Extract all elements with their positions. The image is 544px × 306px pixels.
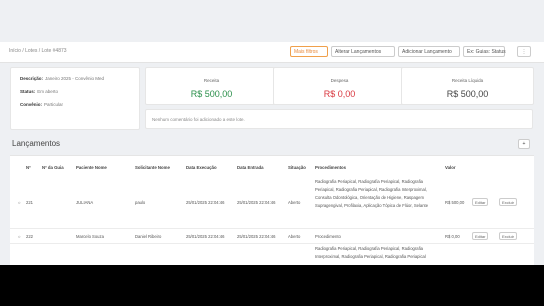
row-patient: Marcelo Souza [76, 234, 104, 239]
row-divider [10, 243, 534, 244]
status-label: Status: [20, 89, 36, 94]
net-revenue-value: R$ 500,00 [446, 89, 489, 99]
header-status: Situação [288, 165, 306, 170]
status-select[interactable]: Ex: Guias: Status [463, 46, 506, 57]
status-row: Status: Em aberto [20, 89, 130, 94]
row-edit-button[interactable]: Editar [472, 232, 489, 240]
net-revenue-label: Receita Líquida [451, 78, 484, 83]
header-value[interactable]: Valor [445, 165, 456, 170]
comments-box: Nenhum comentário foi adicionado a este … [145, 109, 533, 129]
header-guide[interactable]: Nº da Guia [42, 165, 64, 170]
insurer-value: Particular [44, 102, 64, 107]
entries-table: Nº Nº da Guia Paciente Nome Solicitante … [10, 155, 534, 266]
row-requester: Daniel Ribeiro [135, 234, 162, 239]
row-id: 222 [26, 234, 33, 239]
row-select-checkbox[interactable]: ○ [18, 200, 21, 205]
row-id: 221 [26, 200, 33, 205]
header-exec-date[interactable]: Data Execução [186, 165, 217, 170]
row-value: R$ 0,00 [445, 234, 460, 239]
extra-procedures: Radiografia Periapical, Radiografia Peri… [315, 246, 426, 259]
more-options-button[interactable]: ⋮ [517, 46, 531, 57]
insurer-label: Convênio: [20, 102, 42, 107]
row-procedures: Procedimento [315, 234, 341, 239]
row-procedures: Radiografia Periapical, Radiografia Peri… [315, 179, 429, 208]
row-status: Aberto [288, 234, 301, 239]
batch-info-card: Descrição: Janeiro 2025 - Convênio Med St… [10, 67, 140, 130]
row-patient: JULIANA [76, 200, 94, 205]
row-select-checkbox[interactable]: ○ [18, 234, 21, 239]
more-filters-button[interactable]: Mais filtros [290, 46, 328, 57]
row-value: R$ 500,00 [445, 200, 465, 205]
revenue-label: Receita [203, 78, 220, 83]
row-exec-date: 25/01/2025 22:04:46 [186, 234, 225, 239]
row-edit-button[interactable]: Editar [472, 198, 489, 206]
description-row: Descrição: Janeiro 2025 - Convênio Med [20, 76, 130, 81]
header-number[interactable]: Nº [26, 165, 31, 170]
revenue-card: Receita R$ 500,00 [145, 67, 278, 105]
row-delete-button[interactable]: Excluir [499, 198, 518, 206]
header-requester[interactable]: Solicitante Nome [135, 165, 170, 170]
breadcrumb[interactable]: Início / Lotes / Lote #4873 [9, 48, 67, 54]
expense-label: Despesa [330, 78, 349, 83]
alter-entries-button[interactable]: Alterar Lançamentos [331, 46, 395, 57]
header-entry-date[interactable]: Data Entrada [237, 165, 264, 170]
row-delete-button[interactable]: Excluir [499, 232, 518, 240]
net-revenue-card: Receita Líquida R$ 500,00 [401, 67, 534, 105]
insurer-row: Convênio: Particular [20, 102, 130, 107]
expense-value: R$ 0,00 [323, 89, 356, 99]
section-title: Lançamentos [12, 139, 61, 148]
description-label: Descrição: [20, 76, 44, 81]
header-patient[interactable]: Paciente Nome [76, 165, 107, 170]
add-entry-button[interactable]: Adicionar Lançamento [398, 46, 460, 57]
revenue-value: R$ 500,00 [190, 89, 233, 99]
row-entry-date: 25/01/2025 22:04:46 [237, 234, 276, 239]
description-value: Janeiro 2025 - Convênio Med [45, 76, 105, 81]
status-value: Em aberto [37, 89, 59, 94]
top-toolbar: Início / Lotes / Lote #4873 Mais filtros… [0, 42, 544, 63]
header-procedures: Procedimentos [315, 165, 347, 170]
row-status: Aberto [288, 200, 301, 205]
row-divider [10, 228, 534, 229]
bottom-black-bar [0, 265, 544, 306]
expense-card: Despesa R$ 0,00 [273, 67, 406, 105]
row-entry-date: 25/01/2025 22:04:46 [237, 200, 276, 205]
row-requester: paulo [135, 200, 146, 205]
add-column-button[interactable]: + [518, 139, 530, 149]
row-exec-date: 25/01/2025 22:04:46 [186, 200, 225, 205]
